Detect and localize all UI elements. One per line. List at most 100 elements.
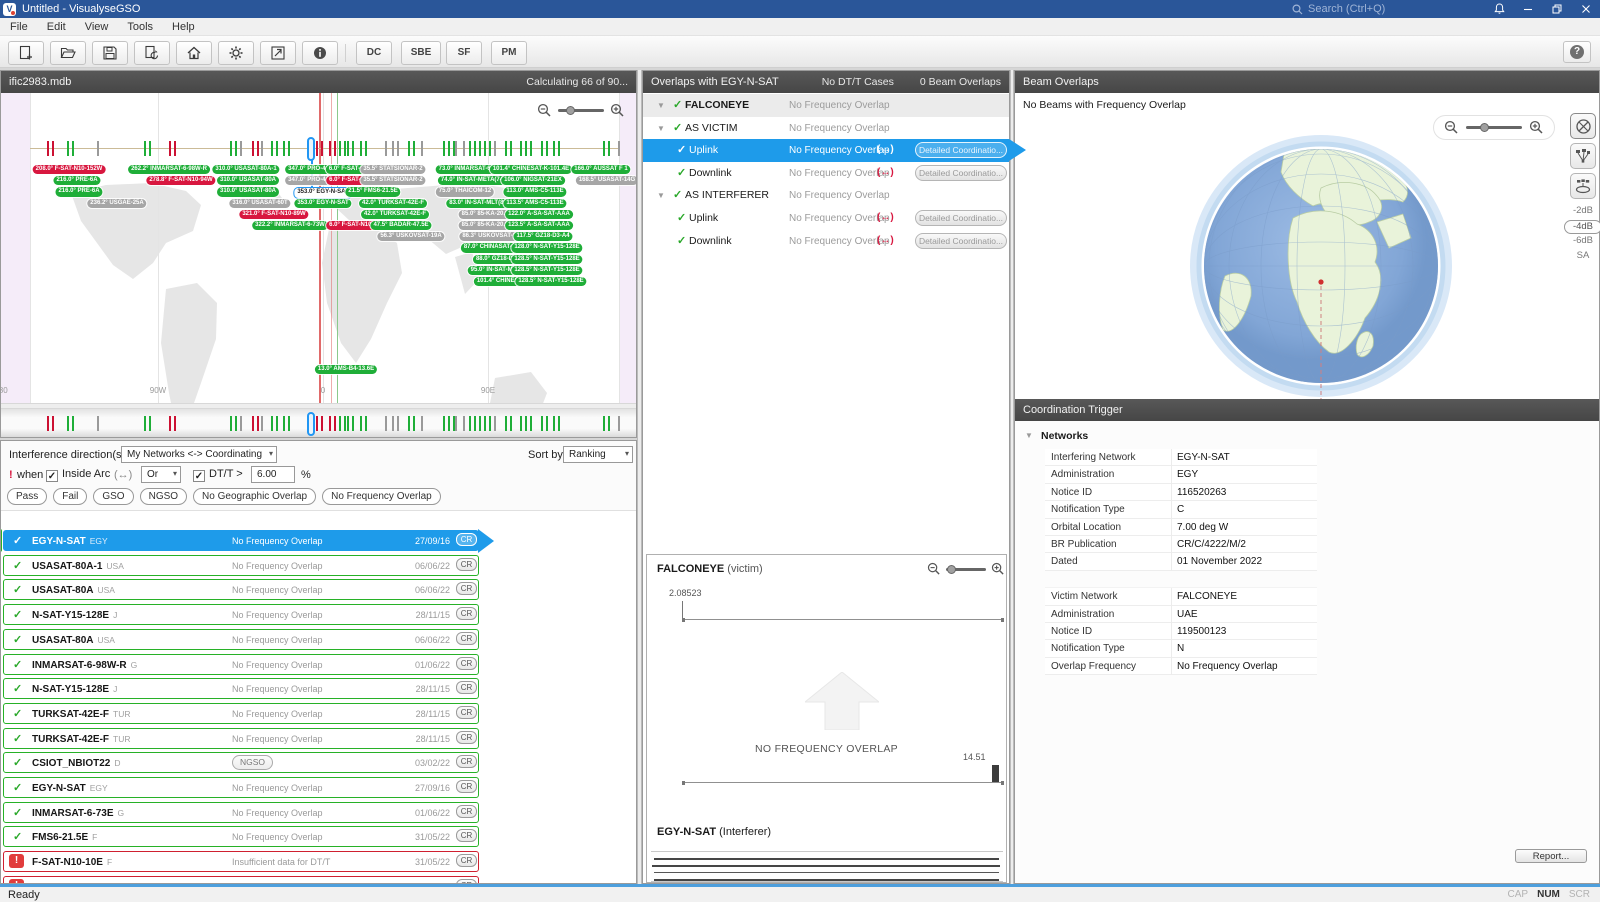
satellite-marker[interactable] (339, 416, 346, 431)
list-item[interactable]: ✓N-SAT-Y15-128EJNo Frequency Overlap28/1… (3, 678, 479, 699)
list-item[interactable]: ✓CSIOT_NBIOT22DNGSO03/02/22CR (3, 752, 479, 773)
or-dropdown[interactable]: Or▾ (141, 466, 181, 483)
zoom-out-icon[interactable] (1444, 120, 1459, 135)
cr-badge[interactable]: CR (456, 731, 477, 744)
satellite-marker[interactable] (618, 416, 620, 431)
search-box[interactable]: Search (Ctrl+Q) (1292, 0, 1385, 18)
satellite-marker[interactable] (385, 416, 387, 431)
toolbar-button-pm[interactable]: PM (491, 41, 527, 65)
satellite-marker[interactable] (47, 416, 54, 431)
gain-label-sa[interactable]: SA (1564, 250, 1600, 261)
satellite-marker[interactable] (408, 141, 415, 156)
satellite-marker[interactable] (169, 416, 176, 431)
list-item[interactable]: ✓INMARSAT-6-73EGNo Frequency Overlap01/0… (3, 802, 479, 823)
menu-view[interactable]: View (85, 21, 109, 33)
settings-gear-button[interactable] (218, 41, 254, 65)
list-item[interactable]: ✓USASAT-80AUSANo Frequency Overlap06/06/… (3, 629, 479, 650)
filter-pill-no-frequency-overlap[interactable]: No Frequency Overlap (322, 488, 441, 505)
hide-beams-button[interactable] (1570, 113, 1596, 139)
satellite-marker[interactable] (494, 141, 496, 156)
inside-arc-checkbox[interactable]: ✓Inside Arc (46, 468, 110, 482)
satellite-marker[interactable] (97, 141, 99, 156)
list-item[interactable]: !F-SAT-N10-10EFInsufficient data for DT/… (3, 851, 479, 872)
satellite-marker[interactable] (494, 416, 496, 431)
satellite-marker[interactable] (603, 141, 610, 156)
satellite-marker[interactable] (271, 141, 278, 156)
close-button[interactable] (1572, 0, 1600, 18)
satellite-marker[interactable] (252, 141, 259, 156)
cr-badge[interactable]: CR (456, 533, 477, 546)
gain-label--2db[interactable]: -2dB (1564, 205, 1600, 216)
report-button[interactable]: Report... (1515, 849, 1587, 863)
satellite-marker[interactable] (397, 141, 399, 156)
filter-pill-fail[interactable]: Fail (53, 488, 87, 505)
satellite-marker[interactable] (541, 416, 548, 431)
satellite-marker[interactable] (67, 141, 74, 156)
cr-badge[interactable]: CR (456, 706, 477, 719)
open-folder-button[interactable] (50, 41, 86, 65)
dtt-threshold-input[interactable]: 6.00 (251, 466, 295, 483)
satellite-marker[interactable] (553, 141, 560, 156)
satellite-marker[interactable] (252, 416, 259, 431)
satellite-marker[interactable] (283, 416, 290, 431)
cr-badge[interactable]: CR (456, 829, 477, 842)
satellite-marker[interactable] (230, 416, 237, 431)
menu-tools[interactable]: Tools (127, 21, 153, 33)
list-item[interactable]: ✓EGY-N-SATEGYNo Frequency Overlap27/09/1… (3, 530, 479, 551)
dtt-checkbox[interactable]: ✓DT/T > (193, 468, 243, 482)
satellite-marker[interactable] (392, 141, 394, 156)
satellite-marker[interactable] (67, 416, 74, 431)
sort-dropdown[interactable]: Ranking▾ (563, 446, 633, 463)
selected-satellite-marker[interactable] (307, 412, 315, 436)
satellite-marker[interactable] (397, 416, 399, 431)
filter-pill-pass[interactable]: Pass (7, 488, 47, 505)
satellite-marker[interactable] (505, 416, 512, 431)
tree-row-uplink[interactable]: ✓UplinkNo Frequency Overlap(↔)Detailed C… (643, 139, 1009, 162)
satellite-marker[interactable] (169, 141, 176, 156)
tree-row-uplink[interactable]: ✓UplinkNo Frequency Overlap(↔)Detailed C… (643, 207, 1009, 230)
zoom-slider[interactable] (946, 568, 986, 571)
expander-icon[interactable]: ▼ (657, 101, 665, 110)
restore-button[interactable] (1543, 0, 1571, 18)
expander-icon[interactable]: ▼ (657, 191, 665, 200)
notifications-bell-icon[interactable] (1485, 0, 1513, 18)
satellite-marker[interactable] (360, 416, 367, 431)
satellite-marker[interactable] (329, 416, 336, 431)
satellite-marker[interactable] (271, 416, 278, 431)
menu-help[interactable]: Help (172, 21, 195, 33)
zoom-in-icon[interactable] (991, 562, 1005, 576)
satellite-marker[interactable] (240, 141, 242, 156)
zoom-in-icon[interactable] (1529, 120, 1544, 135)
cr-badge[interactable]: CR (456, 755, 477, 768)
toolbar-button-dc[interactable]: DC (356, 41, 392, 65)
list-item[interactable]: ✓USASAT-80AUSANo Frequency Overlap06/06/… (3, 579, 479, 600)
cr-badge[interactable]: CR (456, 805, 477, 818)
beam-footprint-view-button[interactable] (1570, 173, 1596, 199)
list-item[interactable]: ✓USASAT-80A-1USANo Frequency Overlap06/0… (3, 555, 479, 576)
zoom-out-icon[interactable] (927, 562, 941, 576)
zoom-slider[interactable] (1466, 126, 1522, 129)
expander-icon[interactable]: ▼ (1025, 431, 1033, 440)
satellite-marker[interactable] (230, 141, 237, 156)
satellite-marker[interactable] (463, 141, 465, 156)
satellite-marker[interactable] (316, 416, 323, 431)
detailed-coordination-button[interactable]: Detailed Coordinatio... (915, 233, 1007, 249)
list-item[interactable]: ✓FMS6-21.5EFNo Frequency Overlap31/05/22… (3, 826, 479, 847)
gain-label--6db[interactable]: -6dB (1564, 235, 1600, 246)
list-item[interactable]: ✓EGY-N-SATEGYNo Frequency Overlap27/09/1… (3, 777, 479, 798)
satellite-marker[interactable] (455, 141, 457, 156)
satellite-marker[interactable] (505, 141, 512, 156)
satellite-marker[interactable] (347, 416, 354, 431)
satellite-marker[interactable] (448, 141, 455, 156)
tree-row-downlink[interactable]: ✓DownlinkNo Frequency Overlap(↔)Detailed… (643, 230, 1009, 253)
satellite-marker[interactable] (339, 141, 346, 156)
satellite-marker[interactable] (525, 416, 532, 431)
satellite-marker[interactable] (421, 416, 423, 431)
satellite-marker[interactable] (47, 141, 54, 156)
satellite-marker[interactable] (144, 416, 151, 431)
list-item[interactable]: ✓INMARSAT-6-98W-RGNo Frequency Overlap01… (3, 654, 479, 675)
tree-row-as-victim[interactable]: ▼✓AS VICTIMNo Frequency Overlap (643, 117, 1009, 140)
list-item[interactable]: ✓TURKSAT-42E-FTURNo Frequency Overlap28/… (3, 703, 479, 724)
direction-dropdown[interactable]: My Networks <-> Coordinating▾ (121, 446, 277, 463)
list-item[interactable]: !F-SAT-N10-152WFInsufficient data for DT… (3, 876, 479, 884)
